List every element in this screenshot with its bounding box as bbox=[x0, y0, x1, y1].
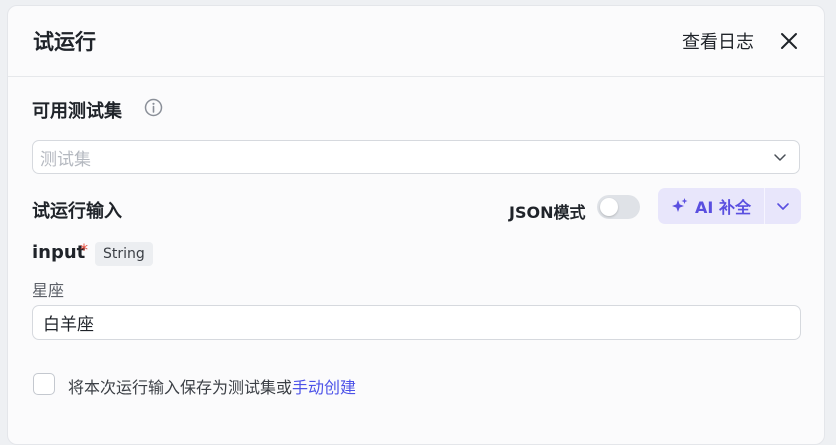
close-icon bbox=[781, 33, 797, 49]
panel-title: 试运行 bbox=[33, 30, 96, 54]
close-button[interactable] bbox=[778, 30, 800, 52]
info-icon[interactable] bbox=[144, 98, 163, 117]
run-input-label: 试运行输入 bbox=[32, 201, 122, 222]
chevron-down-icon bbox=[777, 203, 789, 210]
json-mode-label: JSON模式 bbox=[509, 203, 586, 222]
toggle-knob bbox=[600, 198, 618, 216]
required-mark: * bbox=[80, 240, 88, 259]
save-testset-text: 将本次运行输入保存为测试集或 bbox=[68, 378, 293, 397]
ai-complete-dropdown[interactable] bbox=[765, 188, 801, 224]
ai-complete-button[interactable]: AI 补全 bbox=[658, 188, 764, 224]
json-mode-toggle[interactable] bbox=[597, 195, 640, 219]
view-logs-button[interactable]: 查看日志 bbox=[682, 28, 754, 54]
sparkle-icon bbox=[672, 198, 688, 212]
param-name: input bbox=[32, 242, 86, 263]
testset-label: 可用测试集 bbox=[32, 101, 122, 122]
panel-header: 试运行 查看日志 bbox=[8, 6, 824, 77]
save-testset-label: 将本次运行输入保存为测试集或手动创建 bbox=[68, 374, 356, 398]
ai-complete-label: AI 补全 bbox=[695, 198, 751, 217]
ai-complete-group: AI 补全 bbox=[658, 188, 801, 224]
manual-create-link[interactable]: 手动创建 bbox=[292, 378, 356, 397]
test-run-panel: 试运行 查看日志 可用测试集 测试集 试运行输入 JSON模式 AI 补全 in… bbox=[7, 5, 825, 445]
header-actions: 查看日志 bbox=[682, 28, 800, 54]
testset-select[interactable]: 测试集 bbox=[32, 140, 800, 174]
chevron-down-icon bbox=[774, 154, 786, 161]
testset-placeholder: 测试集 bbox=[40, 149, 91, 170]
param-description: 星座 bbox=[32, 281, 65, 300]
type-badge: String bbox=[95, 242, 153, 266]
param-input[interactable]: 白羊座 bbox=[32, 305, 801, 340]
save-testset-checkbox[interactable] bbox=[33, 373, 55, 395]
